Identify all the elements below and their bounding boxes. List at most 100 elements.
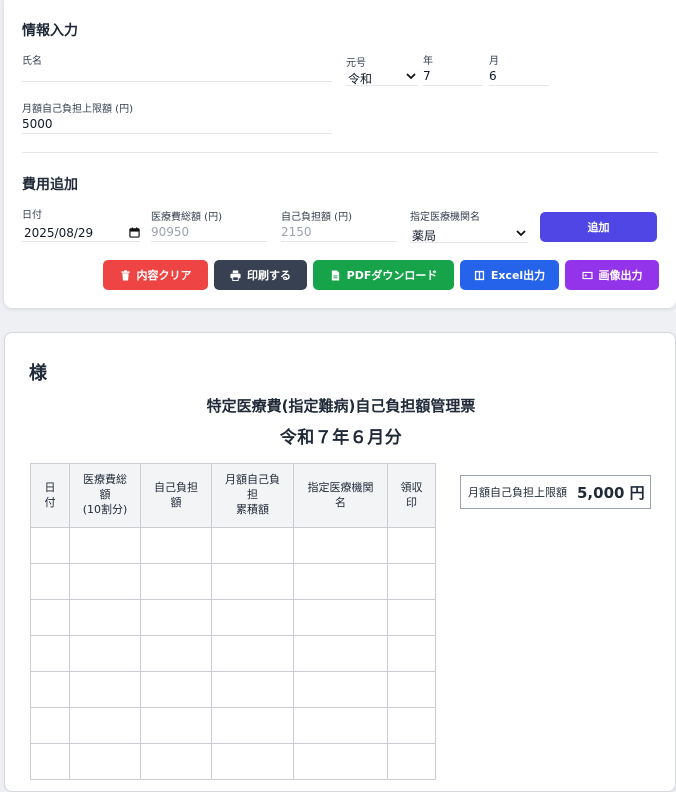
table-cell — [211, 563, 294, 600]
table-cell — [387, 599, 436, 636]
header-receipt-stamp: 領収印 — [387, 463, 436, 528]
table-cell — [387, 707, 436, 744]
ledger-table: 日付 医療費総額 (10割分) 自己負担額 月額自己負担累積額 指定医療機関名 領… — [30, 463, 436, 780]
institution-select[interactable]: 薬局 — [410, 227, 528, 243]
table-cell — [69, 527, 141, 564]
era-value: 令和 — [348, 72, 373, 86]
honorific-label: 様 — [29, 363, 47, 384]
sheet-period: 令和７年６月分 — [279, 428, 403, 448]
chevron-down-icon — [516, 228, 526, 241]
table-cell — [30, 599, 70, 636]
date-input[interactable]: 2025/08/29 — [22, 226, 140, 242]
era-label: 元号 — [346, 58, 366, 69]
name-label: 氏名 — [22, 56, 42, 67]
date-label: 日付 — [22, 210, 42, 221]
table-cell — [69, 563, 141, 600]
table-cell — [30, 563, 70, 600]
year-label: 年 — [423, 56, 433, 67]
chevron-down-icon — [406, 71, 416, 84]
excel-export-button-label: Excel出力 — [490, 269, 546, 282]
name-input[interactable] — [22, 66, 332, 82]
monthly-limit-label: 月額自己負担上限額 — [468, 486, 567, 499]
table-cell — [211, 599, 294, 636]
printer-icon — [230, 269, 241, 281]
table-row — [30, 707, 436, 744]
table-cell — [30, 527, 70, 564]
table-cell — [140, 743, 212, 780]
table-cell — [69, 599, 141, 636]
table-cell — [69, 671, 141, 708]
print-button-label: 印刷する — [247, 269, 291, 282]
table-row — [30, 635, 436, 672]
table-cell — [387, 743, 436, 780]
table-cell — [211, 707, 294, 744]
table-cell — [293, 599, 388, 636]
table-row — [30, 563, 436, 600]
management-sheet-card: 様 特定医療費(指定難病)自己負担額管理票 令和７年６月分 日付 医療費総額 (1… — [4, 332, 676, 792]
year-input[interactable] — [423, 70, 483, 86]
total-label: 医療費総額 (円) — [151, 212, 222, 223]
era-select[interactable]: 令和 — [346, 70, 418, 86]
institution-value: 薬局 — [412, 229, 437, 243]
ledger-header-row: 日付 医療費総額 (10割分) 自己負担額 月額自己負担累積額 指定医療機関名 領… — [30, 463, 436, 528]
input-form-card: 情報入力 氏名 元号 令和 年 月 月額自己負担上限額 (円) 費用追加 日付 … — [4, 0, 676, 308]
table-cell — [140, 527, 212, 564]
table-cell — [293, 707, 388, 744]
table-cell — [211, 743, 294, 780]
table-cell — [387, 671, 436, 708]
table-cell — [69, 707, 141, 744]
header-date: 日付 — [30, 463, 70, 528]
ledger-body — [30, 527, 436, 780]
header-institution: 指定医療機関名 — [293, 463, 388, 528]
table-cell — [30, 743, 70, 780]
table-cell — [69, 635, 141, 672]
table-cell — [387, 563, 436, 600]
image-icon — [581, 271, 593, 279]
trash-icon — [120, 269, 130, 281]
table-cell — [293, 743, 388, 780]
info-section-title: 情報入力 — [22, 23, 78, 39]
table-row — [30, 671, 436, 708]
table-cell — [140, 635, 212, 672]
clear-button-label: 内容クリア — [136, 269, 192, 282]
table-cell — [387, 635, 436, 672]
clear-button[interactable]: 内容クリア — [103, 260, 208, 290]
table-cell — [30, 671, 70, 708]
section-divider — [22, 152, 658, 153]
self-pay-label: 自己負担額 (円) — [281, 212, 352, 223]
date-value: 2025/08/29 — [24, 226, 94, 240]
header-cumulative: 月額自己負担累積額 — [211, 463, 294, 528]
monthly-limit-value: 5,000 円 — [577, 483, 645, 502]
table-cell — [30, 635, 70, 672]
add-button[interactable]: 追加 — [540, 212, 657, 242]
table-cell — [140, 707, 212, 744]
total-input[interactable] — [151, 226, 267, 242]
sheet-title: 特定医療費(指定難病)自己負担額管理票 — [206, 397, 476, 415]
table-cell — [211, 671, 294, 708]
add-button-label: 追加 — [587, 221, 610, 234]
table-cell — [140, 671, 212, 708]
table-cell — [211, 635, 294, 672]
month-label: 月 — [489, 56, 499, 67]
institution-label: 指定医療機関名 — [410, 212, 480, 223]
pdf-download-button-label: PDFダウンロード — [346, 269, 438, 282]
monthly-limit-box: 月額自己負担上限額 5,000 円 — [460, 475, 651, 509]
month-input[interactable] — [489, 70, 549, 86]
limit-label: 月額自己負担上限額 (円) — [22, 104, 133, 115]
limit-input[interactable] — [22, 118, 332, 134]
excel-export-button[interactable]: Excel出力 — [460, 260, 559, 290]
table-cell — [211, 527, 294, 564]
image-export-button[interactable]: 画像出力 — [565, 260, 659, 290]
table-row — [30, 743, 436, 780]
print-button[interactable]: 印刷する — [214, 260, 307, 290]
columns-icon — [474, 270, 484, 280]
calendar-icon[interactable] — [129, 227, 140, 238]
table-cell — [293, 671, 388, 708]
self-pay-input[interactable] — [281, 226, 397, 242]
expense-section-title: 費用追加 — [22, 177, 78, 193]
pdf-download-button[interactable]: PDFダウンロード — [313, 260, 454, 290]
file-icon — [331, 269, 339, 281]
header-self-pay: 自己負担額 — [140, 463, 212, 528]
table-cell — [140, 599, 212, 636]
table-cell — [293, 635, 388, 672]
